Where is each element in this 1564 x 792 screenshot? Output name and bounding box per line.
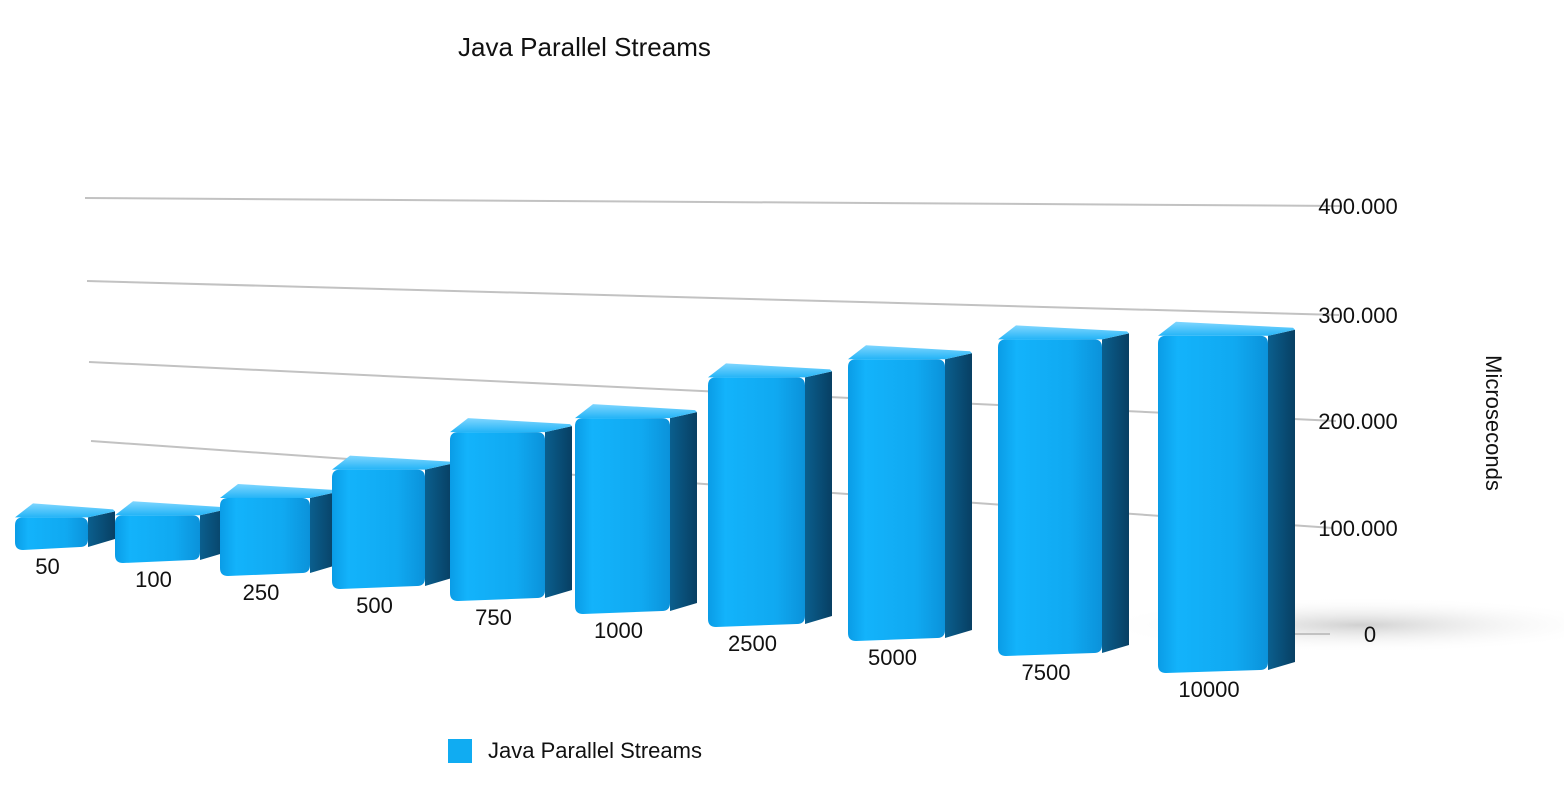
chart-plot: 0 100.000 200.000 300.000 400.000 50 100 250 500… xyxy=(15,194,1564,702)
y-axis-label: Microseconds xyxy=(1481,355,1506,491)
legend-swatch xyxy=(448,739,472,763)
bar xyxy=(848,345,972,641)
bar-top xyxy=(998,325,1129,340)
bar-front xyxy=(575,418,670,614)
bar-front xyxy=(1158,335,1268,673)
bar-top xyxy=(1158,321,1295,336)
x-tick-label: 100 xyxy=(135,567,172,592)
bar xyxy=(708,363,832,627)
gridline xyxy=(86,280,1340,316)
x-tick-label: 50 xyxy=(35,554,59,579)
y-tick-label: 0 xyxy=(1364,622,1376,647)
bar-front xyxy=(450,432,545,601)
bar-side xyxy=(1268,329,1295,670)
bar-top xyxy=(220,483,337,498)
bar-front xyxy=(115,515,200,563)
x-tick-label: 7500 xyxy=(1022,660,1071,685)
bar-front xyxy=(220,497,310,576)
bar-front xyxy=(848,359,945,641)
x-tick-label: 750 xyxy=(475,605,512,630)
legend: Java Parallel Streams xyxy=(448,738,702,764)
bar xyxy=(1158,321,1295,673)
bar-side xyxy=(1102,333,1129,653)
bar-side xyxy=(545,426,572,598)
x-tick-label: 500 xyxy=(356,593,393,618)
bar xyxy=(115,501,227,563)
bar-side xyxy=(945,353,972,638)
bar xyxy=(450,418,572,601)
bar-front xyxy=(15,517,88,550)
legend-label: Java Parallel Streams xyxy=(488,738,702,763)
bar-top xyxy=(848,345,972,360)
chart: Java Parallel Streams 0 100.000 200.000 … xyxy=(0,0,1564,792)
bar xyxy=(998,325,1129,656)
bar-side xyxy=(670,412,697,611)
bar-side xyxy=(425,463,452,586)
bar xyxy=(220,483,337,576)
bar xyxy=(332,455,452,589)
bar-top xyxy=(450,418,572,433)
bar-front xyxy=(708,377,805,627)
bar-side xyxy=(805,371,832,624)
y-tick-label: 400.000 xyxy=(1318,194,1398,219)
bar-top xyxy=(575,404,697,419)
bar-top xyxy=(332,455,452,470)
gridline xyxy=(84,197,1343,207)
bar-front xyxy=(332,469,425,589)
bar xyxy=(575,404,697,614)
x-tick-label: 5000 xyxy=(868,645,917,670)
y-tick-label: 300.000 xyxy=(1318,303,1398,328)
bar-front xyxy=(998,339,1102,656)
bar-side xyxy=(88,511,115,547)
bar xyxy=(15,503,115,550)
x-tick-label: 250 xyxy=(243,580,280,605)
y-tick-label: 200.000 xyxy=(1318,409,1398,434)
x-tick-label: 1000 xyxy=(594,618,643,643)
y-tick-label: 100.000 xyxy=(1318,516,1398,541)
x-tick-label: 10000 xyxy=(1178,677,1239,702)
x-tick-label: 2500 xyxy=(728,631,777,656)
bar-top xyxy=(708,363,832,378)
